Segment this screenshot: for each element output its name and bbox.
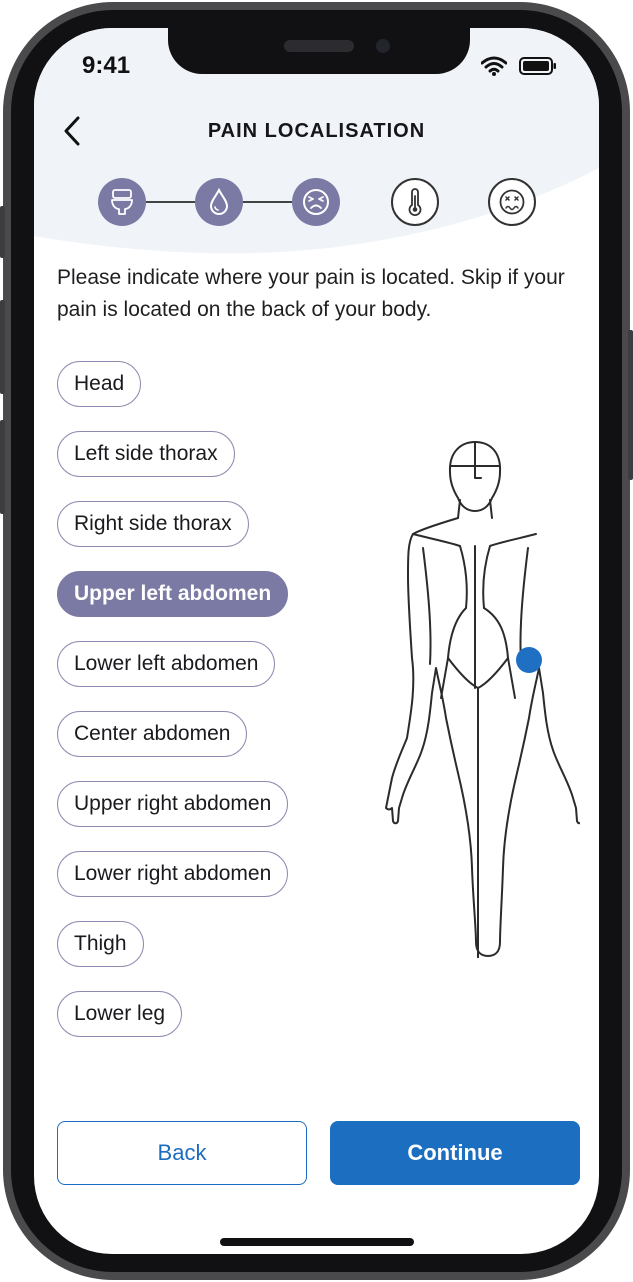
page-title: PAIN LOCALISATION [207,120,426,142]
right-arm [519,547,529,665]
chest-left [412,533,468,609]
step-connector [239,201,295,203]
status-icons [481,56,557,76]
step-toilet [98,178,146,226]
notch [168,28,470,74]
toilet-icon [111,189,133,215]
location-chip-lower-right-abdomen[interactable]: Lower right abdomen [57,851,289,897]
location-chip-head[interactable]: Head [57,361,142,407]
drop-icon [209,188,229,215]
step-connector [142,201,198,203]
body-map[interactable] [368,438,580,958]
home-indicator[interactable] [220,1238,414,1246]
battery-icon [519,57,556,75]
speaker-grille [284,40,354,52]
pain-marker [516,647,542,673]
step-thermometer [391,178,439,226]
volume-down-button [0,420,5,514]
continue-button[interactable]: Continue [330,1121,580,1185]
thermometer-icon [408,188,422,216]
instruction-text: Please indicate where your pain is locat… [57,266,565,321]
location-chip-left-side-thorax[interactable]: Left side thorax [57,431,235,477]
step-nausea [488,178,536,226]
left-arm [422,547,432,665]
power-button [628,330,633,480]
face-midline [474,441,482,479]
step-drop [195,178,243,226]
location-chip-lower-left-abdomen[interactable]: Lower left abdomen [57,641,276,687]
location-chip-lower-leg[interactable]: Lower leg [57,991,183,1037]
app-screen: 9:41 PAIN LOCALISATION Please indicate w… [34,28,599,1254]
location-chip-upper-right-abdomen[interactable]: Upper right abdomen [57,781,289,827]
volume-up-button [0,300,5,394]
location-chip-right-side-thorax[interactable]: Right side thorax [57,501,249,547]
front-camera [376,39,390,53]
nausea-face-icon [499,189,525,215]
pain-face-icon [303,189,329,215]
abdomen-outline [447,607,509,689]
silent-switch [0,206,5,258]
status-time: 9:41 [82,52,131,79]
step-pain [292,178,340,226]
location-chip-thigh[interactable]: Thigh [57,921,144,967]
chest-right [482,533,537,609]
wifi-icon [481,56,507,76]
neck [457,499,493,519]
back-button[interactable]: Back [57,1121,307,1185]
location-chip-upper-left-abdomen[interactable]: Upper left abdomen [57,571,289,617]
progress-stepper [98,178,538,226]
location-chip-center-abdomen[interactable]: Center abdomen [57,711,248,757]
